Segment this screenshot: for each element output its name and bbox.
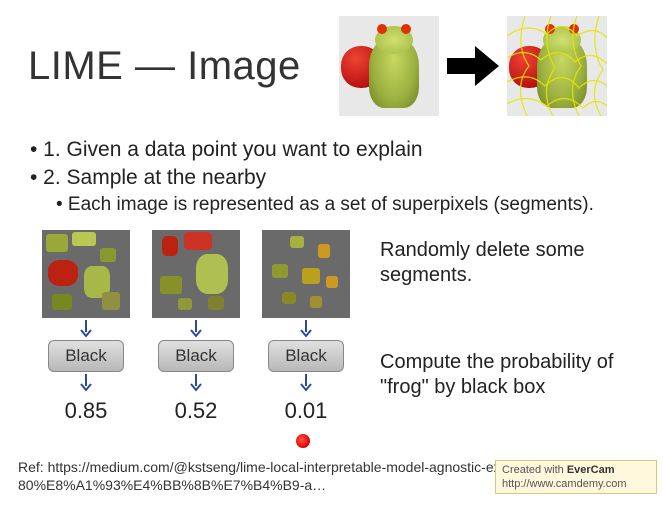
header: LIME — Image	[0, 0, 663, 124]
blackbox-1: Black	[48, 340, 124, 372]
arrow-down-icon	[79, 374, 93, 392]
probability-3: 0.01	[285, 398, 328, 424]
arrow-down-icon	[299, 374, 313, 392]
probability-2: 0.52	[175, 398, 218, 424]
example-columns: Black 0.85 Black 0.52	[40, 230, 352, 424]
annotation-delete-segments: Randomly delete some segments.	[380, 238, 620, 288]
bullet-2: • 2. Sample at the nearby	[30, 166, 643, 190]
slide-title: LIME — Image	[28, 44, 301, 89]
side-annotations: Randomly delete some segments. Compute t…	[380, 230, 620, 424]
bullet-1: • 1. Given a data point you want to expl…	[30, 138, 643, 162]
annotation-compute-prob: Compute the probability of "frog" by bla…	[380, 350, 620, 400]
examples-row: Black 0.85 Black 0.52	[0, 216, 663, 424]
probability-1: 0.85	[65, 398, 108, 424]
watermark-line1a: Created with	[502, 464, 567, 476]
example-col-1: Black 0.85	[40, 230, 132, 424]
frog-original-image	[339, 16, 439, 116]
header-illustration	[339, 16, 607, 116]
bullet-list: • 1. Given a data point you want to expl…	[0, 124, 663, 216]
arrow-down-icon	[189, 320, 203, 338]
arrow-down-icon	[79, 320, 93, 338]
example-col-3: Black 0.01	[260, 230, 352, 424]
perturbed-image-1	[42, 230, 130, 318]
bullet-3: • Each image is represented as a set of …	[56, 194, 643, 216]
laser-pointer-icon	[296, 434, 310, 448]
arrow-down-icon	[299, 320, 313, 338]
arrow-right-icon	[447, 44, 499, 88]
watermark-brand: EverCam	[567, 464, 615, 476]
arrow-down-icon	[189, 374, 203, 392]
example-col-2: Black 0.52	[150, 230, 242, 424]
watermark-url: http://www.camdemy.com	[502, 478, 627, 490]
perturbed-image-3	[262, 230, 350, 318]
blackbox-3: Black	[268, 340, 344, 372]
evercam-watermark: Created with EverCam http://www.camdemy.…	[495, 460, 657, 494]
frog-segmented-image	[507, 16, 607, 116]
blackbox-2: Black	[158, 340, 234, 372]
perturbed-image-2	[152, 230, 240, 318]
